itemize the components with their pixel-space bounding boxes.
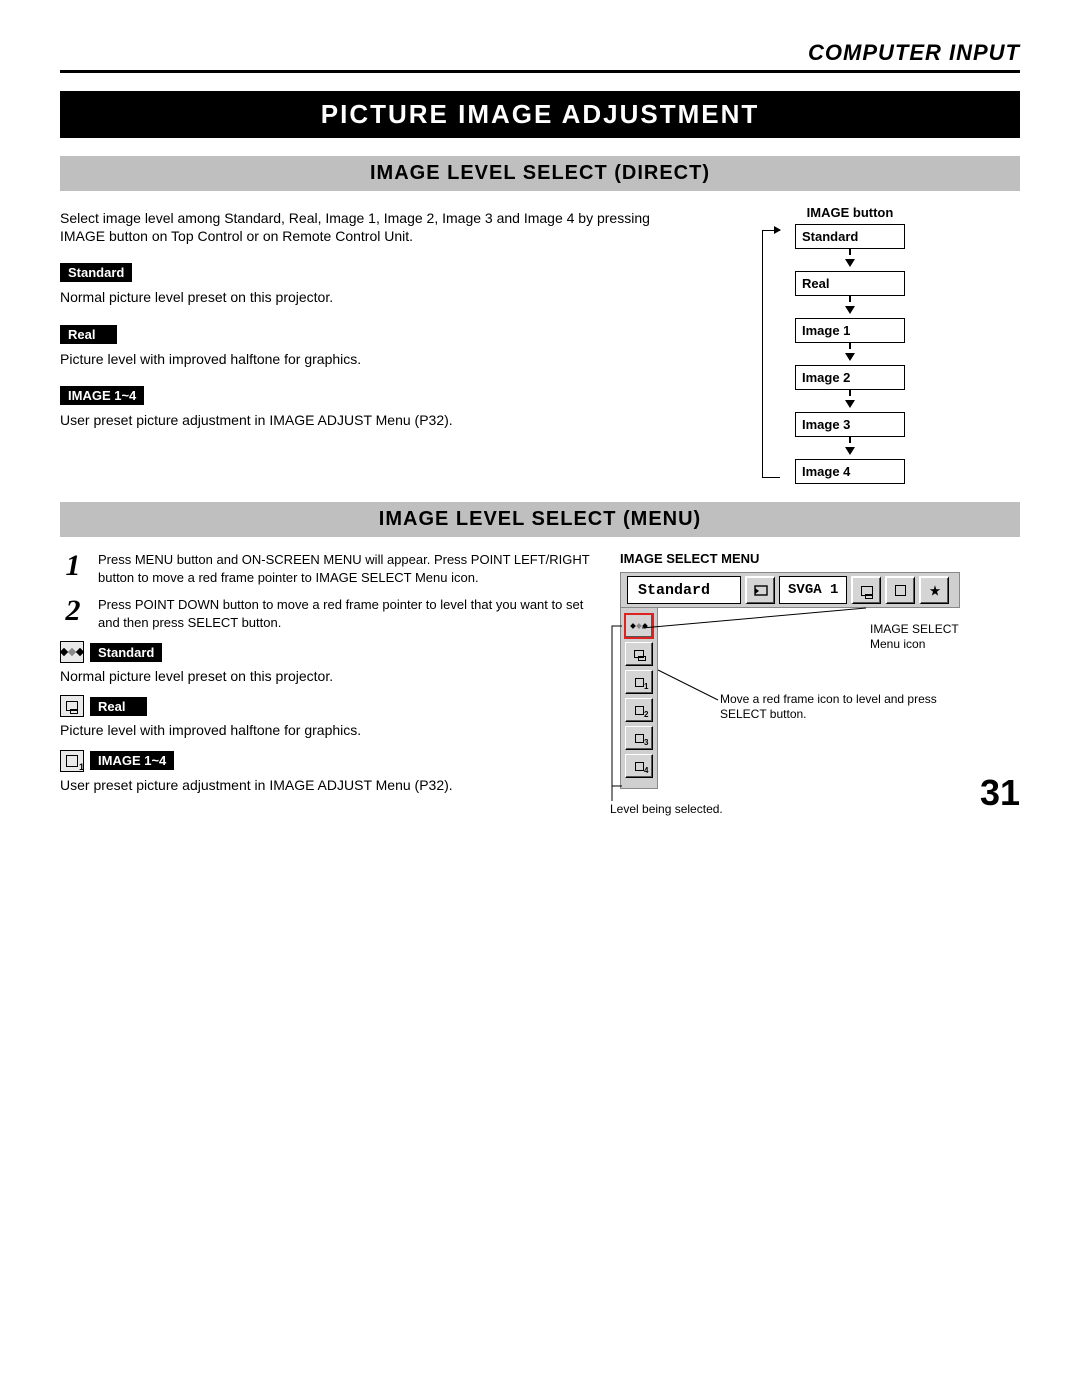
arrow-down-icon xyxy=(845,353,855,361)
label-image14: IMAGE 1~4 xyxy=(60,386,144,405)
label-real-2: Real xyxy=(90,697,147,716)
step-number-1: 1 xyxy=(60,551,86,586)
page-number: 31 xyxy=(980,772,1020,814)
direct-block: Select image level among Standard, Real,… xyxy=(60,205,1020,484)
label-image14-2: IMAGE 1~4 xyxy=(90,751,174,770)
flow-title: IMAGE button xyxy=(680,205,1020,220)
real-icon xyxy=(60,695,84,717)
chapter-header: COMPUTER INPUT xyxy=(60,40,1020,73)
label-standard-2: Standard xyxy=(90,643,162,662)
section-header-menu: IMAGE LEVEL SELECT (MENU) xyxy=(60,502,1020,537)
desc-standard: Normal picture level preset on this proj… xyxy=(60,288,660,306)
osd-mock: Standard SVGA 1 xyxy=(620,572,960,789)
desc-real: Picture level with improved halftone for… xyxy=(60,350,660,368)
arrow-down-icon xyxy=(845,306,855,314)
step-1: 1 Press MENU button and ON-SCREEN MENU w… xyxy=(60,551,600,586)
image1-icon: 1 xyxy=(60,750,84,772)
menu-block: 1 Press MENU button and ON-SCREEN MENU w… xyxy=(60,551,1020,804)
label-real: Real xyxy=(60,325,117,344)
flow-box-0: Standard xyxy=(795,224,905,249)
flow-box-5: Image 4 xyxy=(795,459,905,484)
annotation-icon: IMAGE SELECT Menu icon xyxy=(870,622,990,652)
osd-title: IMAGE SELECT MENU xyxy=(620,551,1020,566)
step-number-2: 2 xyxy=(60,596,86,631)
step-2: 2 Press POINT DOWN button to move a red … xyxy=(60,596,600,631)
menu-item-image14: 1 IMAGE 1~4 xyxy=(60,750,600,772)
standard-icon xyxy=(60,641,84,663)
desc-real-2: Picture level with improved halftone for… xyxy=(60,721,600,739)
direct-intro: Select image level among Standard, Real,… xyxy=(60,209,660,245)
square-icon xyxy=(885,576,915,604)
input-icon xyxy=(745,576,775,604)
flow-box-2: Image 1 xyxy=(795,318,905,343)
osd-top-bar: Standard SVGA 1 xyxy=(620,572,960,608)
arrow-down-icon xyxy=(845,447,855,455)
flow-box-4: Image 3 xyxy=(795,412,905,437)
star-icon xyxy=(919,576,949,604)
label-standard: Standard xyxy=(60,263,132,282)
flow-box-3: Image 2 xyxy=(795,365,905,390)
step-2-text: Press POINT DOWN button to move a red fr… xyxy=(98,596,600,631)
annotation-move: Move a red frame icon to level and press… xyxy=(720,692,940,722)
flow-diagram: Standard Real Image 1 Image 2 Image 3 Im… xyxy=(780,224,920,484)
desc-image14-2: User preset picture adjustment in IMAGE … xyxy=(60,776,600,794)
annotation-level: Level being selected. xyxy=(610,802,810,817)
arrow-down-icon xyxy=(845,259,855,267)
menu-item-standard: Standard xyxy=(60,641,600,663)
page: COMPUTER INPUT PICTURE IMAGE ADJUSTMENT … xyxy=(0,0,1080,844)
desc-standard-2: Normal picture level preset on this proj… xyxy=(60,667,600,685)
menu-left: 1 Press MENU button and ON-SCREEN MENU w… xyxy=(60,551,600,804)
section-header-direct: IMAGE LEVEL SELECT (DIRECT) xyxy=(60,156,1020,191)
direct-left: Select image level among Standard, Real,… xyxy=(60,205,660,484)
direct-right: IMAGE button Standard Real Image 1 Image… xyxy=(680,205,1020,484)
step-1-text: Press MENU button and ON-SCREEN MENU wil… xyxy=(98,551,600,586)
annotation-line-icon xyxy=(656,608,876,648)
menu-item-real: Real xyxy=(60,695,600,717)
flow-box-1: Real xyxy=(795,271,905,296)
arrow-down-icon xyxy=(845,400,855,408)
osd-resolution: SVGA 1 xyxy=(779,576,847,604)
flow-loop-line xyxy=(762,230,780,478)
menu-right: IMAGE SELECT MENU Standard SVGA 1 xyxy=(620,551,1020,804)
osd-current-name: Standard xyxy=(627,576,741,604)
annotation-line-level xyxy=(612,626,632,796)
desc-image14: User preset picture adjustment in IMAGE … xyxy=(60,411,660,429)
monitor-icon xyxy=(851,576,881,604)
page-title: PICTURE IMAGE ADJUSTMENT xyxy=(60,91,1020,138)
